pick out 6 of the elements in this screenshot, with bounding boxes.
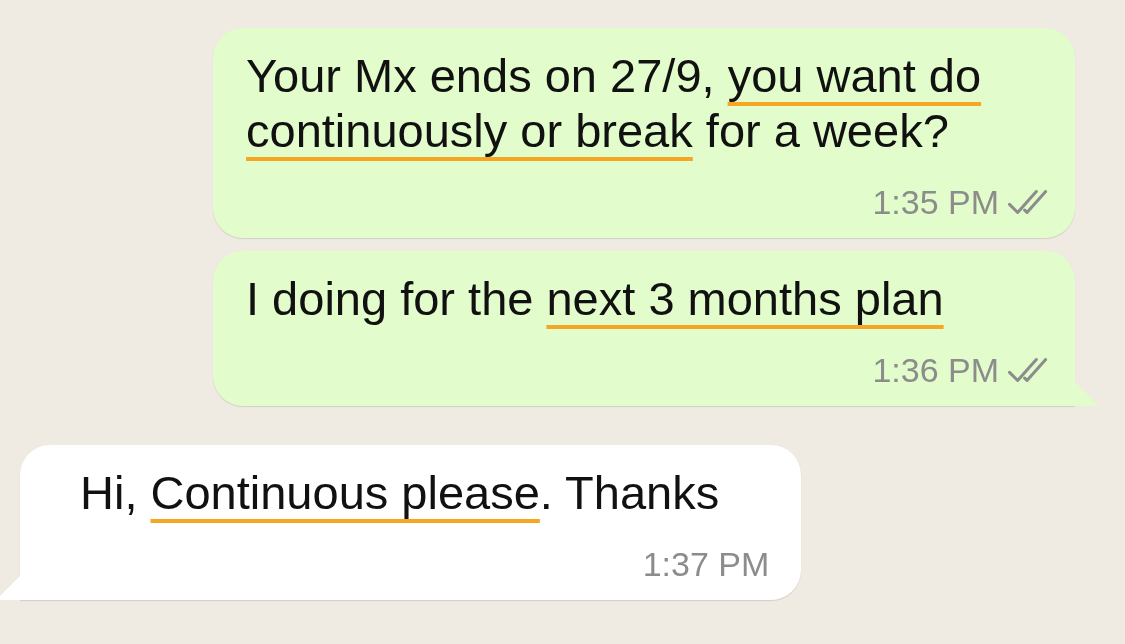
message-text: Hi, Continuous please. Thanks xyxy=(80,465,721,520)
message-time: 1:36 PM xyxy=(872,350,999,390)
message-time: 1:37 PM xyxy=(642,544,770,584)
message-text: Your Mx ends on 27/9, you want do continuously or break for a week? xyxy=(246,48,983,158)
message-text: I doing for the next 3 months plan xyxy=(246,271,945,326)
message-time: 1:35 PM xyxy=(872,182,999,222)
